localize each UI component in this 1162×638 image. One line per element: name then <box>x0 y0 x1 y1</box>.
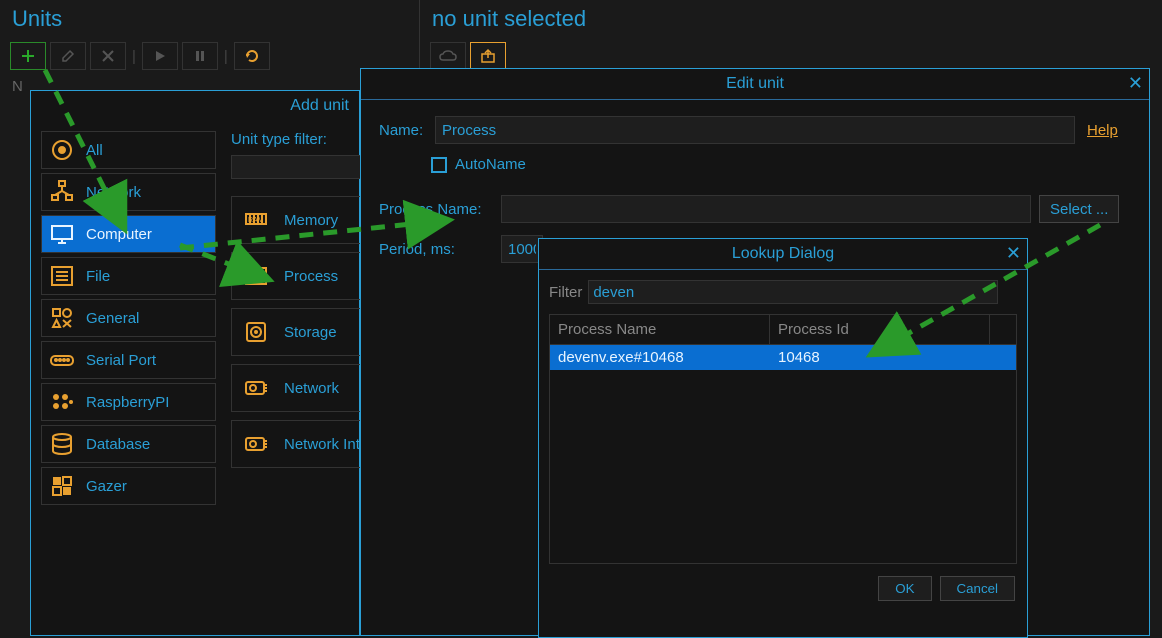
category-file[interactable]: File <box>41 257 216 295</box>
autoname-label: AutoName <box>455 156 526 173</box>
cell-process-id: 10468 <box>770 345 990 370</box>
category-general[interactable]: General <box>41 299 216 337</box>
grid-icon <box>48 472 76 500</box>
add-button[interactable] <box>10 42 46 70</box>
type-filter-label: Unit type filter: <box>231 131 327 148</box>
autoname-checkbox[interactable] <box>431 157 447 173</box>
toolbar-separator: | <box>222 48 230 65</box>
cloud-button[interactable] <box>430 42 466 70</box>
nic-icon <box>240 428 272 460</box>
category-all[interactable]: All <box>41 131 216 169</box>
lookup-table: Process Name Process Id devenv.exe#10468… <box>549 314 1017 564</box>
db-icon <box>48 430 76 458</box>
window-icon <box>240 260 272 292</box>
delete-button[interactable] <box>90 42 126 70</box>
refresh-button[interactable] <box>234 42 270 70</box>
unit-type-label: Storage <box>284 324 337 341</box>
disk-icon <box>240 316 272 348</box>
category-label: File <box>86 268 110 285</box>
col-process-name[interactable]: Process Name <box>550 315 770 344</box>
lookup-title: Lookup Dialog ✕ <box>539 239 1027 270</box>
period-label: Period, ms: <box>379 241 489 258</box>
name-label: Name: <box>379 122 427 139</box>
close-icon[interactable]: ✕ <box>1128 73 1143 94</box>
lookup-dialog: Lookup Dialog ✕ Filter Process Name Proc… <box>538 238 1028 638</box>
category-label: RaspberryPI <box>86 394 169 411</box>
filter-input[interactable] <box>588 280 998 304</box>
svg-text:RAM: RAM <box>248 217 264 224</box>
category-label: Computer <box>86 226 152 243</box>
category-label: Database <box>86 436 150 453</box>
category-database[interactable]: Database <box>41 425 216 463</box>
category-gazer[interactable]: Gazer <box>41 467 216 505</box>
target-icon <box>48 136 76 164</box>
cancel-button[interactable]: Cancel <box>940 576 1016 601</box>
ok-button[interactable]: OK <box>878 576 931 601</box>
monitor-icon <box>48 220 76 248</box>
close-icon[interactable]: ✕ <box>1006 243 1021 264</box>
pause-button[interactable] <box>182 42 218 70</box>
category-label: Serial Port <box>86 352 156 369</box>
port-icon <box>48 346 76 374</box>
period-input[interactable] <box>501 235 543 263</box>
process-name-label: Process Name: <box>379 201 489 218</box>
shapes-icon <box>48 304 76 332</box>
cell-process-name: devenv.exe#10468 <box>550 345 770 370</box>
list-icon <box>48 262 76 290</box>
units-panel-title: Units <box>0 0 419 38</box>
filter-label: Filter <box>549 284 582 301</box>
select-button[interactable]: Select ... <box>1039 195 1119 223</box>
edit-button[interactable] <box>50 42 86 70</box>
category-label: Gazer <box>86 478 127 495</box>
play-button[interactable] <box>142 42 178 70</box>
unit-type-label: Process <box>284 268 338 285</box>
category-computer[interactable]: Computer <box>41 215 216 253</box>
help-link[interactable]: Help <box>1087 122 1118 139</box>
toolbar-separator: | <box>130 48 138 65</box>
add-unit-dialog: Add unit All Network Computer File General Se… <box>30 90 360 636</box>
add-unit-title: Add unit <box>31 91 359 121</box>
category-network[interactable]: Network <box>41 173 216 211</box>
export-button[interactable] <box>470 42 506 70</box>
network-icon <box>48 178 76 206</box>
process-name-input[interactable] <box>501 195 1031 223</box>
ram-icon: RAM <box>240 204 272 236</box>
category-raspberrypi[interactable]: RaspberryPI <box>41 383 216 421</box>
dots-icon <box>48 388 76 416</box>
edit-unit-title: Edit unit ✕ <box>361 69 1149 100</box>
unit-type-label: Network <box>284 380 339 397</box>
col-process-id[interactable]: Process Id <box>770 315 990 344</box>
category-label: Network <box>86 184 141 201</box>
name-input[interactable] <box>435 116 1075 144</box>
unit-type-label: Memory <box>284 212 338 229</box>
category-label: General <box>86 310 139 327</box>
detail-panel-title: no unit selected <box>420 0 1160 38</box>
nic-icon <box>240 372 272 404</box>
table-row[interactable]: devenv.exe#1046810468 <box>550 345 1016 370</box>
category-serial-port[interactable]: Serial Port <box>41 341 216 379</box>
category-label: All <box>86 142 103 159</box>
units-toolbar: | | <box>0 38 419 74</box>
